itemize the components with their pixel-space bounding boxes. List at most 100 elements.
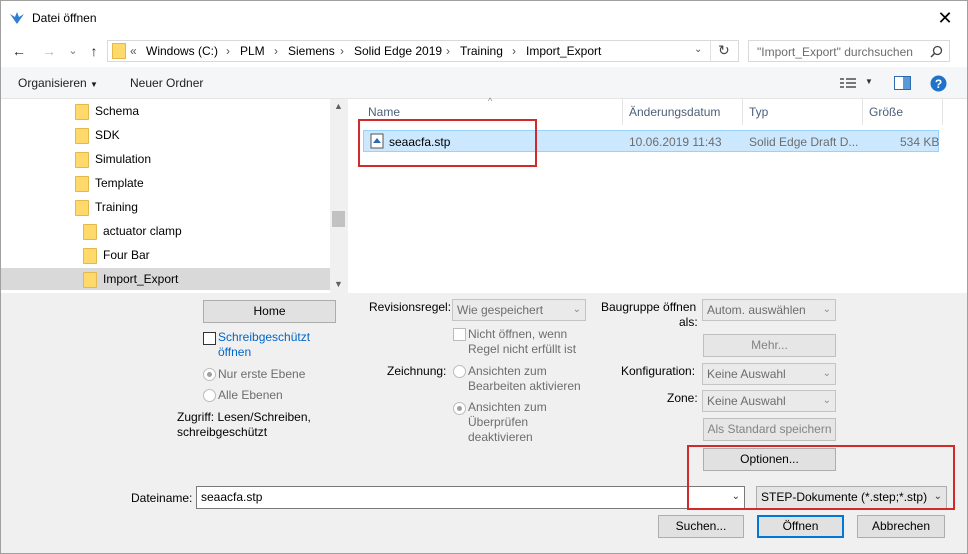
- tree-item-import-export[interactable]: Import_Export: [83, 268, 178, 290]
- breadcrumb-separator: ›: [340, 44, 344, 58]
- close-icon: ✕: [937, 8, 953, 28]
- view-options-icon[interactable]: [840, 77, 858, 89]
- tree-item-actuator-clamp[interactable]: actuator clamp: [83, 220, 182, 242]
- column-divider[interactable]: [742, 99, 743, 125]
- chevron-down-icon: ⌄: [822, 368, 831, 379]
- tree-scrollbar[interactable]: ▲ ▼: [330, 99, 347, 293]
- no-open-label-line2: Regel nicht erfüllt ist: [468, 342, 577, 356]
- tree-item-simulation[interactable]: Simulation: [75, 148, 151, 170]
- access-text-line2: schreibgeschützt: [177, 425, 268, 439]
- views-review-label-line2: Überprüfen: [468, 415, 529, 429]
- app-icon: [10, 12, 24, 24]
- first-level-radio[interactable]: [203, 368, 216, 381]
- address-bar[interactable]: « Windows (C:) › PLM › Siemens › Solid E…: [107, 40, 739, 62]
- column-header-name[interactable]: Name: [368, 105, 400, 119]
- breadcrumb-item[interactable]: Windows (C:): [146, 44, 218, 58]
- new-folder-button[interactable]: Neuer Ordner: [130, 76, 203, 90]
- tree-item-label: SDK: [95, 128, 120, 142]
- configuration-value: Keine Auswahl: [707, 367, 786, 381]
- folder-icon: [83, 223, 97, 240]
- organize-menu[interactable]: Organisieren ▼: [18, 76, 98, 90]
- folder-icon: [75, 103, 89, 120]
- column-header-size[interactable]: Größe: [869, 105, 903, 119]
- home-button[interactable]: Home: [203, 300, 336, 323]
- views-edit-label-line1: Ansichten zum: [468, 364, 547, 378]
- tree-item-sdk[interactable]: SDK: [75, 124, 120, 146]
- all-levels-radio[interactable]: [203, 389, 216, 402]
- breadcrumb-item[interactable]: PLM: [240, 44, 265, 58]
- readonly-label-line1[interactable]: Schreibgeschützt: [218, 330, 310, 344]
- column-divider[interactable]: [862, 99, 863, 125]
- access-text-line1: Zugriff: Lesen/Schreiben,: [177, 410, 311, 424]
- preview-pane-icon[interactable]: [894, 76, 911, 90]
- scroll-up-icon[interactable]: ▲: [334, 101, 343, 111]
- title-bar: Datei öffnen ✕: [1, 1, 967, 35]
- breadcrumb-overflow[interactable]: «: [130, 44, 137, 58]
- zone-select[interactable]: Keine Auswahl ⌄: [702, 390, 836, 412]
- navigation-bar: ← → ⌄ ↑ « Windows (C:) › PLM › Siemens ›…: [1, 35, 967, 67]
- no-open-checkbox[interactable]: [453, 328, 466, 341]
- annotation-highlight-file: [358, 119, 537, 167]
- breadcrumb-item[interactable]: Import_Export: [526, 44, 601, 58]
- tree-item-label: Four Bar: [103, 248, 150, 262]
- readonly-label-line2[interactable]: öffnen: [218, 345, 251, 359]
- more-button[interactable]: Mehr...: [703, 334, 836, 357]
- tree-item-label: Training: [95, 200, 138, 214]
- navigation-tree: Schema SDK Simulation Template Training …: [1, 99, 345, 293]
- save-as-default-button[interactable]: Als Standard speichern: [703, 418, 836, 441]
- readonly-checkbox[interactable]: [203, 332, 216, 345]
- file-size: 534 KB: [900, 135, 940, 149]
- up-arrow-icon: ↑: [90, 43, 98, 59]
- views-review-label-line1: Ansichten zum: [468, 400, 547, 414]
- address-history-chevron-icon[interactable]: ⌄: [694, 44, 702, 55]
- chevron-down-icon: ⌄: [572, 304, 581, 315]
- filename-label: Dateiname:: [131, 491, 193, 505]
- breadcrumb-separator: ›: [274, 44, 278, 58]
- configuration-select[interactable]: Keine Auswahl ⌄: [702, 363, 836, 385]
- views-review-label-line3: deaktivieren: [468, 430, 533, 444]
- assembly-open-value: Autom. auswählen: [707, 303, 806, 317]
- drawing-label: Zeichnung:: [387, 364, 447, 378]
- column-divider[interactable]: [622, 99, 623, 125]
- back-button[interactable]: ←: [9, 41, 29, 61]
- forward-button[interactable]: →: [39, 41, 59, 61]
- column-header-date[interactable]: Änderungsdatum: [629, 105, 720, 119]
- tree-item-label: Template: [95, 176, 144, 190]
- open-button[interactable]: Öffnen: [757, 515, 844, 538]
- folder-icon: [75, 175, 89, 192]
- scroll-down-icon[interactable]: ▼: [334, 279, 343, 289]
- assembly-open-select[interactable]: Autom. auswählen ⌄: [702, 299, 836, 321]
- breadcrumb-item[interactable]: Siemens: [288, 44, 335, 58]
- breadcrumb-item[interactable]: Training: [460, 44, 503, 58]
- help-icon[interactable]: ?: [930, 75, 947, 92]
- folder-icon: [75, 151, 89, 168]
- search-button[interactable]: Suchen...: [658, 515, 744, 538]
- tree-item-schema[interactable]: Schema: [75, 100, 139, 122]
- tree-item-training[interactable]: Training: [75, 196, 138, 218]
- chevron-down-icon: ⌄: [822, 395, 831, 406]
- revision-rule-select[interactable]: Wie gespeichert ⌄: [452, 299, 586, 321]
- no-open-label-line1: Nicht öffnen, wenn: [468, 327, 568, 341]
- tree-item-four-bar[interactable]: Four Bar: [83, 244, 150, 266]
- breadcrumb-item[interactable]: Solid Edge 2019: [354, 44, 442, 58]
- column-header-type[interactable]: Typ: [749, 105, 768, 119]
- scrollbar-thumb[interactable]: [332, 211, 345, 227]
- chevron-down-icon: ⌄: [68, 45, 78, 57]
- views-edit-radio[interactable]: [453, 365, 466, 378]
- file-date: 10.06.2019 11:43: [629, 135, 722, 149]
- column-divider[interactable]: [942, 99, 943, 125]
- views-review-radio[interactable]: [453, 402, 466, 415]
- cancel-button[interactable]: Abbrechen: [857, 515, 945, 538]
- up-button[interactable]: ↑: [84, 41, 104, 61]
- close-button[interactable]: ✕: [930, 5, 960, 31]
- filename-input[interactable]: seaacfa.stp ⌄: [196, 486, 745, 509]
- view-chevron-icon[interactable]: ▼: [865, 77, 873, 86]
- back-arrow-icon: ←: [12, 43, 26, 59]
- refresh-icon[interactable]: ↻: [718, 42, 730, 59]
- tree-item-template[interactable]: Template: [75, 172, 144, 194]
- divider: [710, 41, 711, 61]
- search-input[interactable]: "Import_Export" durchsuchen: [748, 40, 950, 62]
- tree-item-label: Import_Export: [103, 272, 179, 286]
- options-panel: Home Schreibgeschützt öffnen Nur erste E…: [1, 293, 967, 553]
- recent-locations-button[interactable]: ⌄: [63, 41, 83, 61]
